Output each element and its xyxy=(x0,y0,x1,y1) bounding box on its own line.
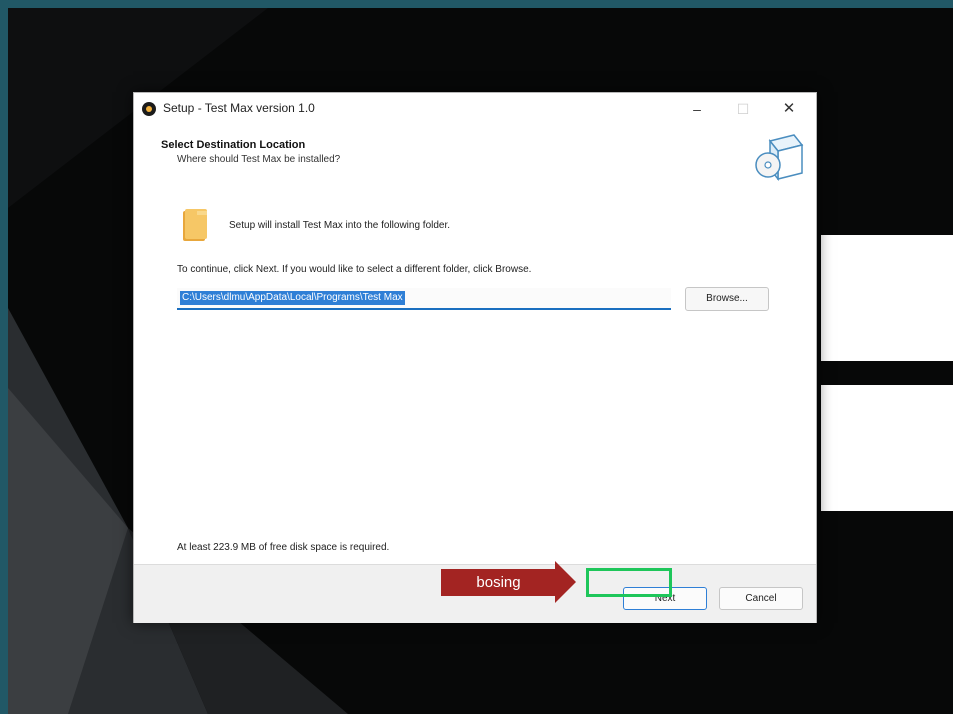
annotation-arrow-head xyxy=(555,561,576,603)
install-text: Setup will install Test Max into the fol… xyxy=(229,220,451,231)
side-panel-bottom xyxy=(821,385,953,511)
wizard-content: Setup will install Test Max into the fol… xyxy=(134,187,816,564)
page-subtitle: Where should Test Max be installed? xyxy=(177,154,341,165)
annotation-arrow-label: bosing xyxy=(441,569,556,596)
continue-instructions: To continue, click Next. If you would li… xyxy=(177,264,532,275)
annotation-highlight-box xyxy=(586,568,672,597)
disk-space-text: At least 223.9 MB of free disk space is … xyxy=(177,542,390,553)
maximize-button[interactable]: ☐ xyxy=(720,93,766,125)
destination-path-value: C:\Users\dlmu\AppData\Local\Programs\Tes… xyxy=(180,291,405,305)
app-icon xyxy=(142,102,156,116)
destination-path-input[interactable]: C:\Users\dlmu\AppData\Local\Programs\Tes… xyxy=(177,288,671,310)
setup-dialog: Setup - Test Max version 1.0 – ☐ ✕ Selec… xyxy=(133,92,817,623)
box-icon xyxy=(755,134,804,182)
close-button[interactable]: ✕ xyxy=(766,93,812,125)
titlebar: Setup - Test Max version 1.0 – ☐ ✕ xyxy=(134,93,816,125)
folder-icon xyxy=(183,209,207,241)
window-title: Setup - Test Max version 1.0 xyxy=(163,101,315,115)
wizard-header: Select Destination Location Where should… xyxy=(134,125,816,187)
cancel-button[interactable]: Cancel xyxy=(719,587,803,610)
minimize-button[interactable]: – xyxy=(674,93,720,125)
browse-button[interactable]: Browse... xyxy=(685,287,769,311)
side-panel-top xyxy=(821,235,953,361)
page-title: Select Destination Location xyxy=(161,139,306,151)
